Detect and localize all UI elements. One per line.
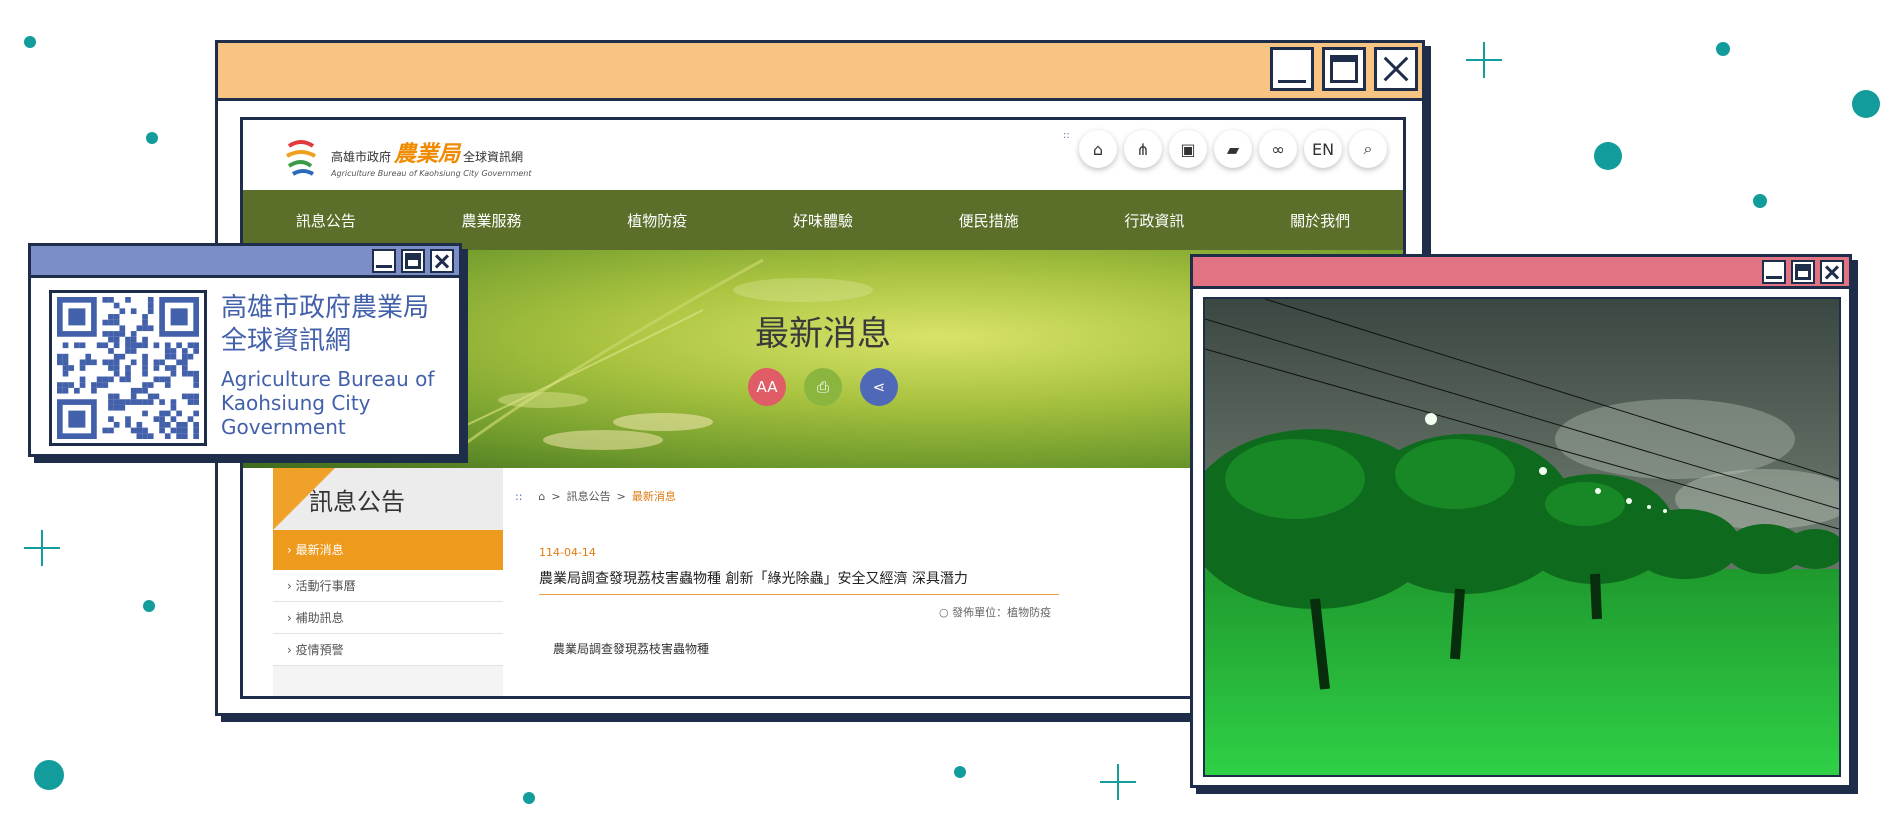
decor-dot <box>146 132 158 144</box>
sidebar-item-label: 活動行事曆 <box>295 579 356 593</box>
maximize-button[interactable] <box>401 249 425 273</box>
qr-window-titlebar[interactable] <box>31 246 459 278</box>
qr-code[interactable] <box>49 290 207 446</box>
minimize-button[interactable] <box>1270 47 1314 91</box>
close-button[interactable] <box>1374 47 1418 91</box>
qr-card-title: 高雄市政府農業局 全球資訊網 <box>221 293 430 356</box>
decor-dot <box>24 36 36 48</box>
site-header: 高雄市政府 農業局 全球資訊網 Agriculture Bureau of Kaoh… <box>243 120 1403 190</box>
sidebar-item-epidemic-alert[interactable]: › 疫情預警 <box>273 634 503 666</box>
accesskey-marker: :: <box>1063 130 1070 141</box>
article-divider <box>539 594 1059 595</box>
sidebar-item-label: 疫情預警 <box>295 643 344 657</box>
article-body: 農業局調查發現荔枝害蟲物種 <box>553 642 710 656</box>
decor-plus <box>24 530 60 566</box>
breadcrumb-separator: > <box>616 489 626 503</box>
qr-card-english: Agriculture Bureau of Kaohsiung City Gov… <box>221 367 435 439</box>
maximize-button[interactable] <box>1322 47 1366 91</box>
link-icon[interactable]: ∞ <box>1259 130 1297 168</box>
site-logo[interactable]: 高雄市政府 農業局 全球資訊網 Agriculture Bureau of Kaoh… <box>331 136 532 178</box>
article-date: 114-04-14 <box>539 546 596 559</box>
decor-dot <box>143 600 155 612</box>
logo-title: 高雄市政府 農業局 全球資訊網 <box>331 142 524 167</box>
main-window-titlebar[interactable] <box>218 43 1422 101</box>
folder-icon[interactable]: ▰ <box>1214 130 1252 168</box>
article-publisher: ○ 發佈單位：植物防疫 <box>939 606 1052 619</box>
print-icon[interactable]: ⎙ <box>804 368 842 406</box>
photo-window-titlebar[interactable] <box>1193 257 1849 289</box>
close-button[interactable] <box>1820 260 1844 284</box>
decor-dot <box>34 760 64 790</box>
nav-item-announcements[interactable]: 訊息公告 <box>296 210 356 231</box>
accesskey-marker: :: <box>515 489 523 503</box>
main-nav: 訊息公告 農業服務 植物防疫 好味體驗 便民措施 行政資訊 關於我們 <box>243 190 1403 250</box>
decor-dot <box>954 766 966 778</box>
breadcrumb-home-icon[interactable]: ⌂ <box>538 490 545 503</box>
orchard-photo <box>1203 297 1841 777</box>
nav-item-public-services[interactable]: 便民措施 <box>959 210 1019 231</box>
nav-item-taste-experience[interactable]: 好味體驗 <box>793 210 853 231</box>
logo-icon[interactable] <box>281 136 321 180</box>
article-title: 農業局調查發現荔枝害蟲物種 創新「綠光除蟲」安全又經濟 深具潛力 <box>539 571 968 587</box>
minimize-button[interactable] <box>1762 260 1786 284</box>
decor-plus <box>1466 42 1502 78</box>
sidebar-item-label: 補助訊息 <box>295 611 344 625</box>
minimize-button[interactable] <box>372 249 396 273</box>
decor-dot <box>1753 194 1767 208</box>
font-size-icon[interactable]: AA <box>748 368 786 406</box>
sidebar-item-calendar[interactable]: › 活動行事曆 <box>273 570 503 602</box>
nav-item-admin-info[interactable]: 行政資訊 <box>1124 210 1184 231</box>
nav-item-agri-services[interactable]: 農業服務 <box>462 210 522 231</box>
sidebar-header: 訊息公告 <box>273 468 503 530</box>
maximize-button[interactable] <box>1791 260 1815 284</box>
sidebar-item-latest-news[interactable]: › 最新消息 <box>273 530 503 570</box>
close-button[interactable] <box>430 249 454 273</box>
decor-dot <box>1594 142 1622 170</box>
sidebar-item-subsidy[interactable]: › 補助訊息 <box>273 602 503 634</box>
nav-item-plant-protection[interactable]: 植物防疫 <box>627 210 687 231</box>
accessibility-icon[interactable]: ▣ <box>1169 130 1207 168</box>
breadcrumb: :: ⌂ > 訊息公告 > 最新消息 <box>515 488 676 504</box>
sidebar-title: 訊息公告 <box>309 488 405 516</box>
home-icon[interactable]: ⌂ <box>1079 130 1117 168</box>
window-controls <box>1270 47 1418 91</box>
window-controls <box>1762 260 1844 284</box>
sitemap-icon[interactable]: ⋔ <box>1124 130 1162 168</box>
breadcrumb-current: 最新消息 <box>631 490 676 503</box>
orchard-illustration <box>1205 299 1839 775</box>
decor-dot <box>1716 42 1730 56</box>
decor-plus <box>1100 764 1136 800</box>
nav-item-about-us[interactable]: 關於我們 <box>1290 210 1350 231</box>
language-toggle[interactable]: EN <box>1304 130 1342 168</box>
qr-code-window: 高雄市政府農業局 全球資訊網 Agriculture Bureau of Kao… <box>28 243 462 457</box>
logo-english: Agriculture Bureau of Kaohsiung City Gov… <box>331 169 532 178</box>
header-toolbar: ⌂ ⋔ ▣ ▰ ∞ EN ⌕ <box>1079 130 1387 168</box>
share-icon[interactable]: ⋖ <box>860 368 898 406</box>
qr-code-icon <box>57 297 199 439</box>
breadcrumb-section[interactable]: 訊息公告 <box>567 488 611 504</box>
decor-dot <box>523 792 535 804</box>
search-icon[interactable]: ⌕ <box>1349 130 1387 168</box>
decor-dot <box>1852 90 1880 118</box>
window-controls <box>372 249 454 273</box>
sidebar-item-label: 最新消息 <box>295 543 344 557</box>
sidebar: 訊息公告 › 最新消息 › 活動行事曆 › 補助訊息 › 疫情預警 <box>273 468 503 696</box>
photo-window <box>1190 254 1852 788</box>
breadcrumb-separator: > <box>551 489 561 503</box>
